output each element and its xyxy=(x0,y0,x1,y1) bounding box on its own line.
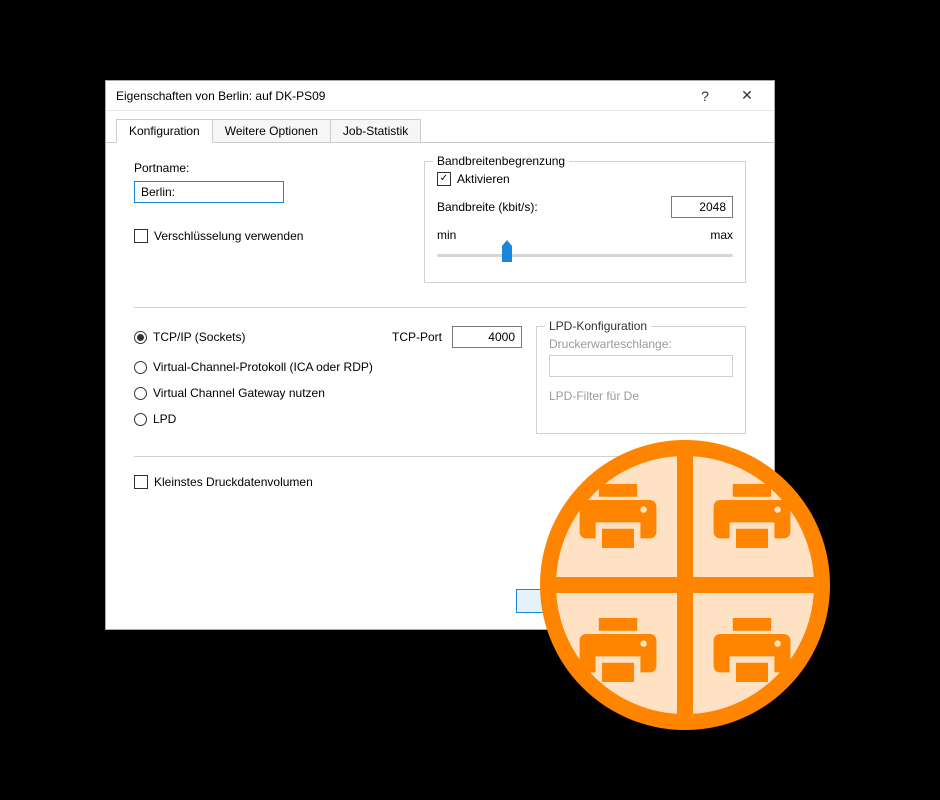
bandwidth-max-label: max xyxy=(710,228,733,242)
printer-icon xyxy=(578,618,658,682)
tab-konfiguration[interactable]: Konfiguration xyxy=(116,119,213,143)
bandwidth-rate-input[interactable] xyxy=(671,196,733,218)
portname-label: Portname: xyxy=(134,161,414,175)
radio-tcpip[interactable] xyxy=(134,331,147,344)
tab-job-statistik[interactable]: Job-Statistik xyxy=(330,119,421,142)
lpd-config-fieldset: LPD-Konfiguration Druckerwarteschlange: … xyxy=(536,326,746,434)
radio-vcg[interactable] xyxy=(134,387,147,400)
bandwidth-rate-label: Bandbreite (kbit/s): xyxy=(437,200,538,214)
bandwidth-fieldset: Bandbreitenbegrenzung Aktivieren Bandbre… xyxy=(424,161,746,283)
radio-tcpip-label: TCP/IP (Sockets) xyxy=(153,330,245,344)
radio-lpd[interactable] xyxy=(134,413,147,426)
bandwidth-min-label: min xyxy=(437,228,456,242)
bandwidth-enable-label: Aktivieren xyxy=(457,172,510,186)
smallest-volume-label: Kleinstes Druckdatenvolumen xyxy=(154,475,313,489)
bandwidth-slider[interactable] xyxy=(437,246,733,264)
lpd-queue-input xyxy=(549,355,733,377)
tcp-port-input[interactable] xyxy=(452,326,522,348)
encrypt-checkbox[interactable] xyxy=(134,229,148,243)
lpd-filter-label: LPD-Filter für De xyxy=(549,389,733,403)
radio-lpd-label: LPD xyxy=(153,412,176,426)
portname-input[interactable] xyxy=(134,181,284,203)
radio-vcp-label: Virtual-Channel-Protokoll (ICA oder RDP) xyxy=(153,360,373,374)
slider-track xyxy=(437,254,733,257)
close-icon: ✕ xyxy=(741,87,753,104)
tab-bar: Konfiguration Weitere Optionen Job-Stati… xyxy=(106,111,774,143)
printer-icon xyxy=(578,484,658,548)
tcp-port-label: TCP-Port xyxy=(392,330,442,344)
lpd-config-legend: LPD-Konfiguration xyxy=(545,319,651,333)
slider-thumb[interactable] xyxy=(502,246,512,262)
help-button[interactable]: ? xyxy=(684,82,726,110)
smallest-volume-checkbox[interactable] xyxy=(134,475,148,489)
separator xyxy=(134,307,746,308)
bandwidth-legend: Bandbreitenbegrenzung xyxy=(433,154,569,168)
radio-vcg-label: Virtual Channel Gateway nutzen xyxy=(153,386,325,400)
printer-icon xyxy=(712,484,792,548)
titlebar: Eigenschaften von Berlin: auf DK-PS09 ? … xyxy=(106,81,774,111)
close-button[interactable]: ✕ xyxy=(726,82,768,110)
printer-icon xyxy=(712,618,792,682)
encrypt-label: Verschlüsselung verwenden xyxy=(154,229,303,243)
tab-weitere-optionen[interactable]: Weitere Optionen xyxy=(212,119,331,142)
dialog-title: Eigenschaften von Berlin: auf DK-PS09 xyxy=(116,89,684,103)
printer-logo-overlay xyxy=(540,440,850,750)
bandwidth-enable-checkbox[interactable] xyxy=(437,172,451,186)
radio-vcp[interactable] xyxy=(134,361,147,374)
lpd-queue-label: Druckerwarteschlange: xyxy=(549,337,733,351)
